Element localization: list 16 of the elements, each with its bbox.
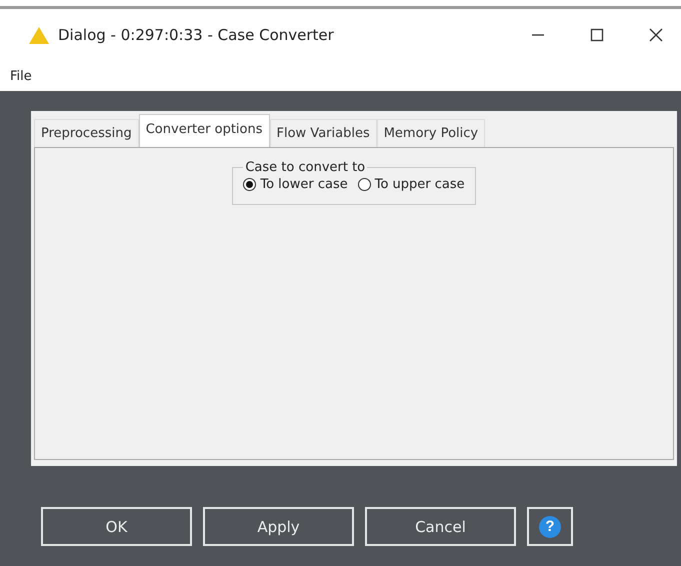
dialog-button[interactable]: Cancel [365,507,516,546]
help-button[interactable]: ? [527,507,573,546]
window-title: Dialog - 0:297:0:33 - Case Converter [58,26,335,44]
group-title: Case to convert to [244,160,366,175]
dialog-button[interactable]: OK [41,507,192,546]
radio-option[interactable]: To lower case [243,177,348,192]
tab[interactable]: Memory Policy [376,119,486,147]
maximize-icon[interactable] [590,28,604,42]
close-icon[interactable] [649,28,663,42]
menu-item[interactable]: File [10,68,32,84]
warning-icon [28,26,50,44]
dialog-button[interactable]: Apply [203,507,354,546]
tab[interactable]: Converter options [138,114,270,147]
tab[interactable]: Preprocessing [34,119,139,147]
tab[interactable]: Flow Variables [270,119,377,147]
radio-option[interactable]: To upper case [358,177,465,192]
